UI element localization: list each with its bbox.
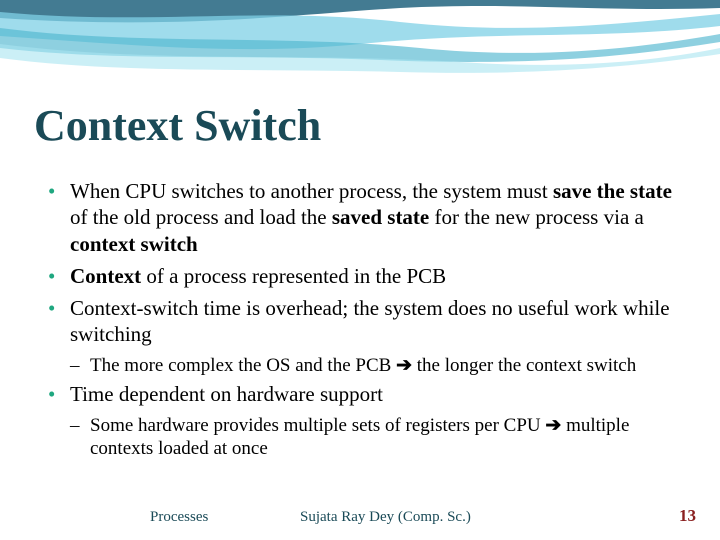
bullet-level-2: The more complex the OS and the PCB ➔ th… (48, 354, 684, 378)
bullet-level-2: Some hardware provides multiple sets of … (48, 414, 684, 462)
text-segment: the longer the context switch (412, 355, 636, 376)
bullet-level-1: Time dependent on hardware support (48, 381, 684, 407)
slide: Context Switch When CPU switches to anot… (0, 0, 720, 540)
arrow-icon: ➔ (396, 355, 412, 376)
text-segment: of a process represented in the PCB (141, 264, 446, 288)
bold-text: Context (70, 264, 141, 288)
text-segment: for the new process via a (429, 205, 644, 229)
header-wave-decoration (0, 0, 720, 90)
bold-text: save the state (553, 179, 672, 203)
slide-content: When CPU switches to another process, th… (48, 178, 684, 465)
text-segment: Some hardware provides multiple sets of … (90, 415, 545, 436)
arrow-icon: ➔ (545, 415, 561, 436)
bullet-level-1: When CPU switches to another process, th… (48, 178, 684, 257)
bullet-level-1: Context-switch time is overhead; the sys… (48, 295, 684, 348)
footer-page-number: 13 (679, 506, 696, 526)
text-segment: When CPU switches to another process, th… (70, 179, 553, 203)
bold-text: context switch (70, 232, 198, 256)
text-segment: Time dependent on hardware support (70, 382, 383, 406)
text-segment: of the old process and load the (70, 205, 332, 229)
footer-center: Sujata Ray Dey (Comp. Sc.) (300, 509, 471, 526)
slide-title: Context Switch (34, 100, 321, 151)
text-segment: The more complex the OS and the PCB (90, 355, 396, 376)
footer-left: Processes (150, 509, 208, 526)
text-segment: Context-switch time is overhead; the sys… (70, 296, 670, 346)
bullet-level-1: Context of a process represented in the … (48, 263, 684, 289)
bold-text: saved state (332, 205, 429, 229)
